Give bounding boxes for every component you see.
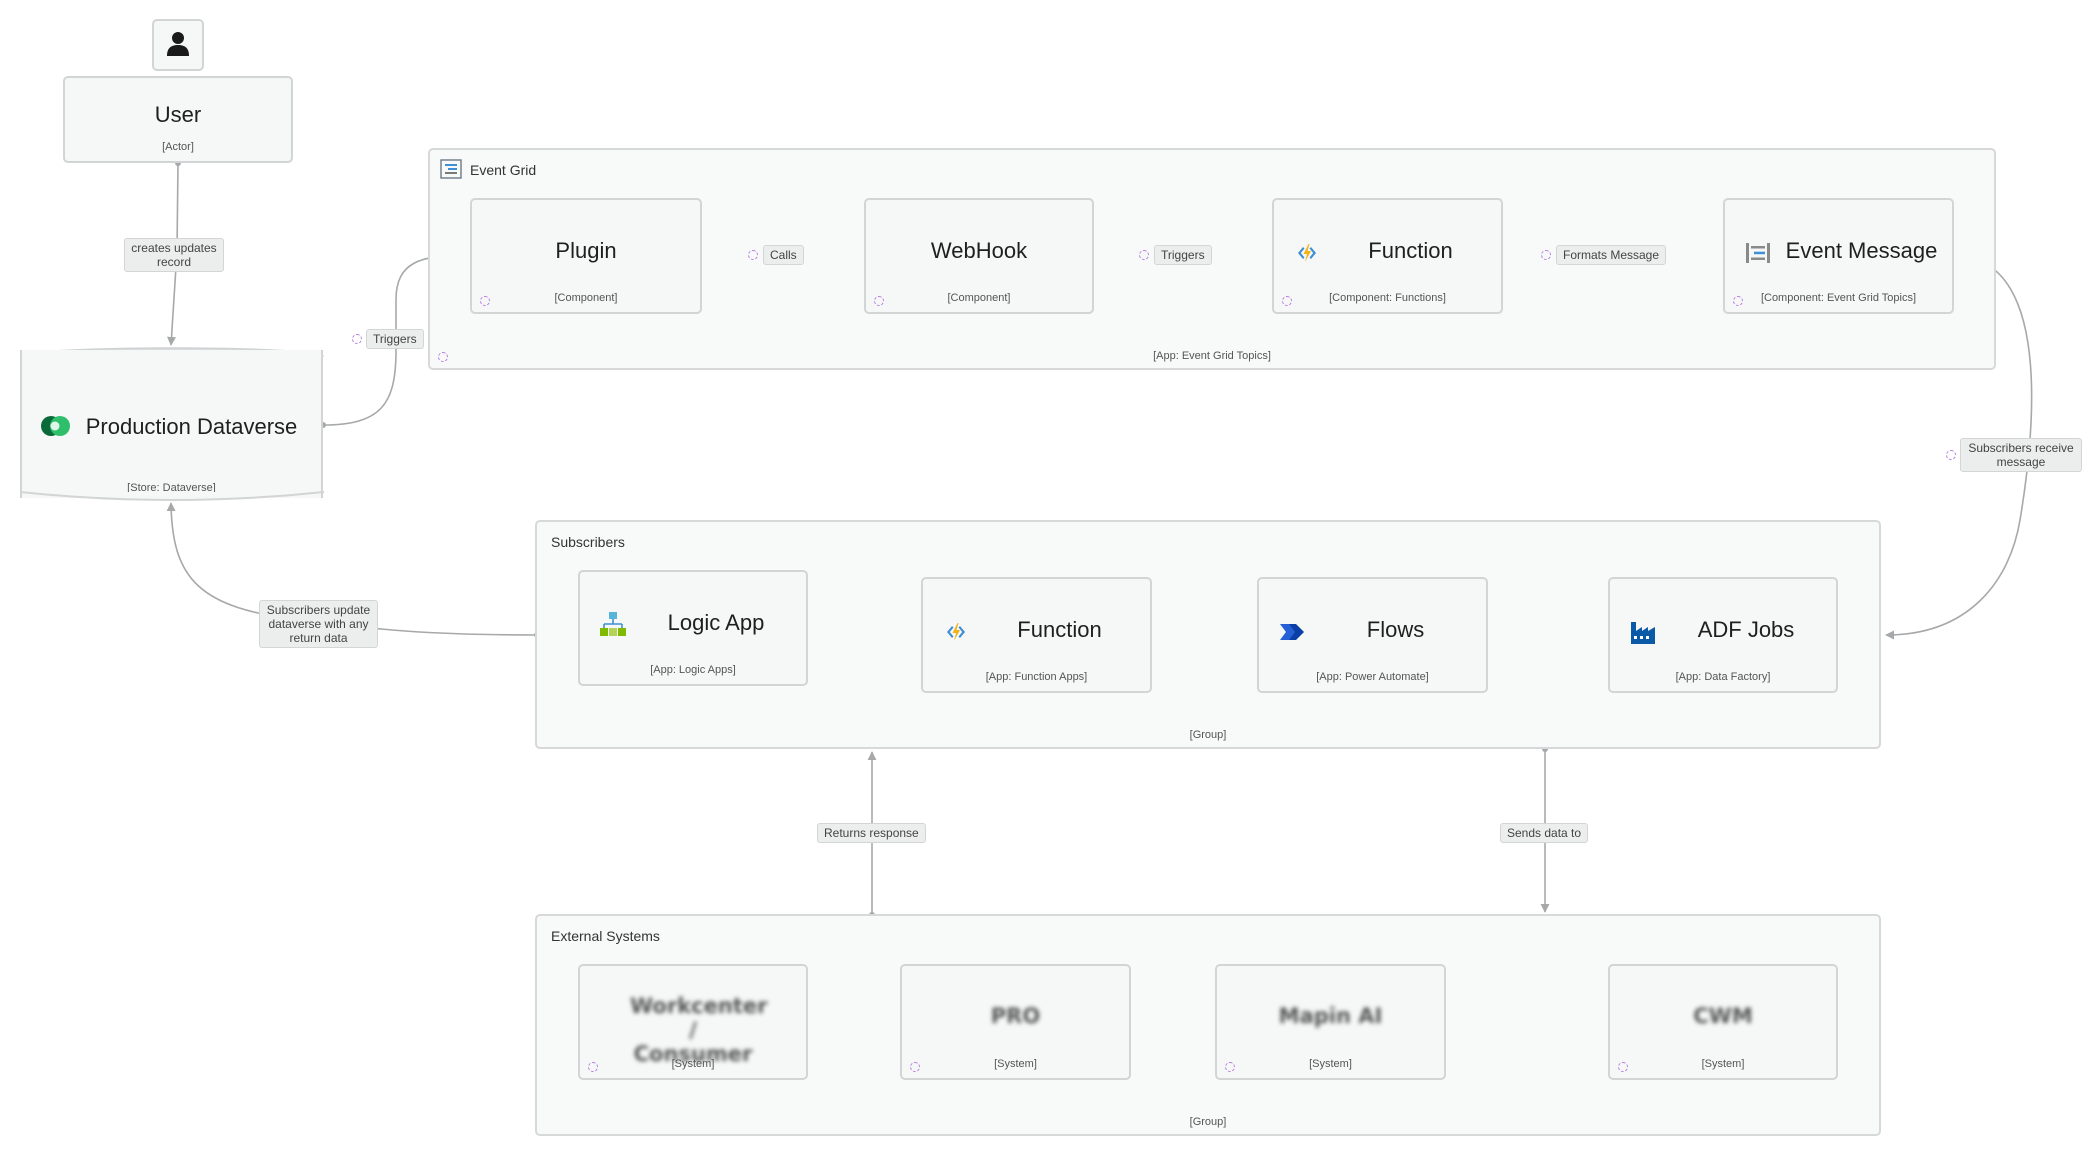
loading-icon [352,334,362,344]
loading-icon [438,352,448,362]
node-external-2-title: PRO [990,1004,1041,1028]
edge-label-calls: Calls [763,245,804,265]
node-logic-app[interactable]: Logic App [App: Logic Apps] [578,570,808,686]
node-adf-jobs-title: ADF Jobs [1697,617,1795,642]
node-webhook-title: WebHook [930,238,1028,263]
actor-icon-box[interactable] [152,19,204,71]
node-plugin-title: Plugin [555,238,617,263]
loading-icon [1225,1062,1235,1072]
loading-icon [1733,296,1743,306]
node-eg-function-title: Function [1368,238,1453,263]
actor-user[interactable]: User [Actor] [63,76,293,163]
node-sub-function[interactable]: Function [App: Function Apps] [921,577,1152,693]
node-event-message-subtitle: [Component: Event Grid Topics] [1760,292,1917,304]
node-external-3-title: Mapin AI [1278,1004,1383,1028]
node-eg-function[interactable]: Function [Component: Functions] [1272,198,1503,314]
node-plugin-subtitle: [Component] [554,292,618,304]
node-sub-function-subtitle: [App: Function Apps] [985,671,1088,683]
loading-icon [588,1062,598,1072]
edge-label-sends: Sends data to [1500,823,1589,843]
group-external-footer: [Group] [1189,1116,1227,1128]
loading-icon [748,250,758,260]
actor-subtitle: [Actor] [162,141,194,153]
node-external-4-title: CWM [1693,1004,1753,1028]
node-webhook[interactable]: WebHook [Component] [864,198,1094,314]
actor-title: User [154,102,202,127]
node-event-message-title: Event Message [1785,238,1938,263]
edge-label-triggers-webhook: Triggers [1154,245,1212,265]
person-icon [167,32,189,56]
node-sub-function-title: Function [1017,617,1102,642]
edge-label-creates: creates updates record [124,238,224,272]
event-grid-icon [440,159,462,179]
group-subscribers-title: Subscribers [551,534,625,550]
loading-icon [480,296,490,306]
node-flows-title: Flows [1366,617,1425,642]
node-plugin[interactable]: Plugin [Component] [470,198,702,314]
store-production-dataverse[interactable]: Production Dataverse [Store: Dataverse] [20,350,323,498]
node-logic-app-title: Logic App [667,610,765,635]
node-external-1-title: Workcenter / Consumer [630,994,768,1066]
edge-label-update: Subscribers update dataverse with any re… [259,600,378,648]
node-external-3-subtitle: [System] [1309,1058,1352,1070]
edge-label-formats: Formats Message [1556,245,1667,265]
node-external-1[interactable]: Workcenter / Consumer [System] [578,964,808,1080]
node-eg-function-subtitle: [Component: Functions] [1329,292,1446,304]
node-external-4-subtitle: [System] [1701,1058,1745,1070]
store-title: Production Dataverse [85,414,298,439]
node-external-3[interactable]: Mapin AI [System] [1215,964,1446,1080]
loading-icon [910,1062,920,1072]
node-adf-jobs[interactable]: ADF Jobs [App: Data Factory] [1608,577,1838,693]
loading-icon [1139,250,1149,260]
loading-icon [1946,450,1956,460]
node-external-2-subtitle: [System] [994,1058,1037,1070]
node-event-message[interactable]: Event Message [Component: Event Grid Top… [1723,198,1954,314]
group-event-grid-title: Event Grid [470,162,537,178]
node-flows-subtitle: [App: Power Automate] [1316,671,1429,683]
node-external-4[interactable]: CWM [System] [1608,964,1838,1080]
loading-icon [1282,296,1292,306]
group-external-title: External Systems [551,928,660,944]
node-external-2[interactable]: PRO [System] [900,964,1131,1080]
node-webhook-subtitle: [Component] [947,292,1011,304]
node-external-1-subtitle: [System] [671,1058,715,1070]
loading-icon [874,296,884,306]
node-flows[interactable]: Flows [App: Power Automate] [1257,577,1488,693]
edge-label-receive: Subscribers receive message [1960,438,2082,472]
store-cylinder-bottom [19,491,325,501]
node-adf-jobs-subtitle: [App: Data Factory] [1675,671,1771,683]
group-subscribers-footer: [Group] [1189,729,1227,741]
loading-icon [1541,250,1551,260]
edge-label-triggers-store: Triggers [366,329,424,349]
edge-label-returns: Returns response [817,823,926,843]
group-event-grid-footer: [App: Event Grid Topics] [1153,350,1271,362]
node-logic-app-subtitle: [App: Logic Apps] [650,664,736,676]
loading-icon [1618,1062,1628,1072]
